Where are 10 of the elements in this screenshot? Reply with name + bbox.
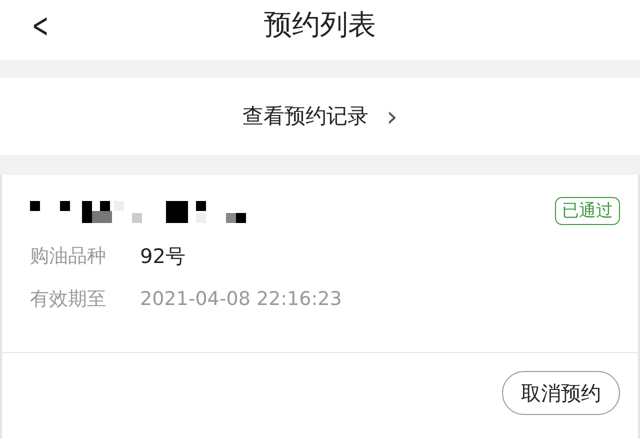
cancel-reservation-button[interactable]: 取消预约 — [502, 370, 620, 414]
field-label: 有效期至 — [30, 287, 107, 312]
status-badge: 已通过 — [555, 197, 620, 225]
page-title: 预约列表 — [264, 7, 376, 43]
field-label: 购油品种 — [30, 244, 107, 269]
field-value: 92号 — [140, 243, 186, 270]
field-value: 2021-04-08 22:16:23 — [140, 287, 342, 312]
chevron-icon: › — [386, 102, 398, 130]
view-records-link[interactable]: 查看预约记录 › — [236, 100, 404, 134]
back-button[interactable]: < — [32, 6, 49, 46]
